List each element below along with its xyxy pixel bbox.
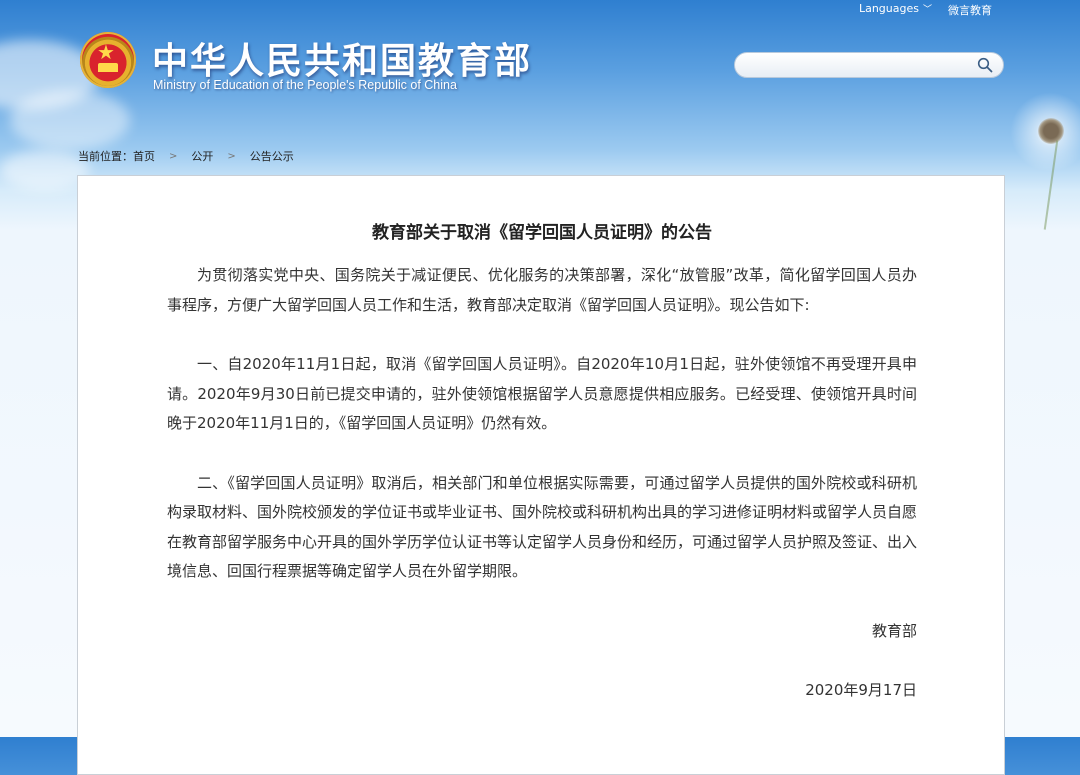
top-links: Languages ﹀ 微言教育 [859,2,992,18]
breadcrumb-home[interactable]: 首页 [133,148,155,164]
languages-label: Languages [858,2,919,15]
breadcrumb-public[interactable]: 公开 [191,148,213,164]
breadcrumb-separator: > [227,150,236,162]
search-box [734,52,1004,79]
article-paragraph: 二、《留学回国人员证明》取消后，相关部门和单位根据实际需要，可通过留学人员提供的… [167,473,918,581]
search-icon[interactable] [977,57,993,73]
weibo-link[interactable]: 微言教育 [948,2,992,18]
languages-menu[interactable]: Languages ﹀ [859,2,932,18]
site-title[interactable]: 中华人民共和国教育部 [152,32,532,84]
chevron-down-icon: ﹀ [922,5,932,15]
article-date: 2020年9月17日 [805,681,917,699]
breadcrumb: 当前位置： 首页 > 公开 > 公告公示 [78,148,294,164]
article-paragraph: 一、自2020年11月1日起，取消《留学回国人员证明》。自2020年10月1日起… [167,355,917,432]
article-paragraph: 为贯彻落实党中央、国务院关于减证便民、优化服务的决策部署，深化“放管服”改革，简… [167,266,917,314]
breadcrumb-announcements[interactable]: 公告公示 [250,148,294,164]
dandelion-core-decoration [1038,118,1064,144]
search-input[interactable] [747,53,976,79]
national-emblem-icon[interactable]: ★ [80,32,136,88]
article: 教育部关于取消《留学回国人员证明》的公告 为贯彻落实党中央、国务院关于减证便民、… [167,220,917,706]
article-title: 教育部关于取消《留学回国人员证明》的公告 [372,223,712,243]
article-signature: 教育部 [871,621,917,640]
site-subtitle: Ministry of Education of the People's Re… [153,78,457,92]
breadcrumb-separator: > [169,150,178,162]
cloud-decoration [10,90,130,150]
breadcrumb-prefix: 当前位置： [78,150,133,163]
